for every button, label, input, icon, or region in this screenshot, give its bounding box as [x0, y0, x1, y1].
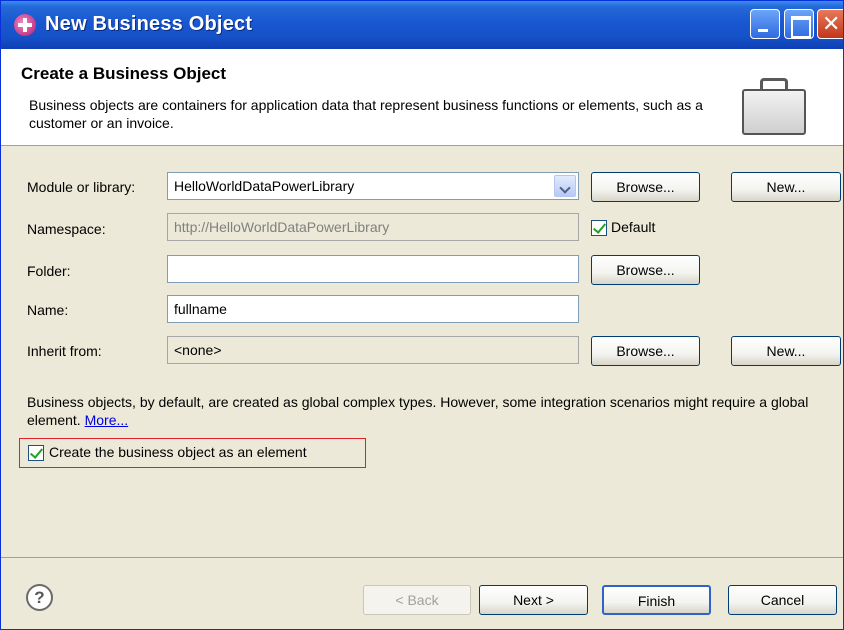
- next-button[interactable]: Next >: [479, 585, 588, 615]
- module-new-button[interactable]: New...: [731, 172, 841, 202]
- module-value: HelloWorldDataPowerLibrary: [174, 178, 355, 194]
- app-icon: [14, 14, 36, 36]
- inherit-field: <none>: [167, 336, 579, 364]
- briefcase-icon: [742, 78, 806, 136]
- form-area: Module or library: HelloWorldDataPowerLi…: [1, 147, 843, 557]
- inherit-browse-button[interactable]: Browse...: [591, 336, 700, 366]
- maximize-button[interactable]: [784, 9, 814, 39]
- create-as-element-checkbox[interactable]: [28, 445, 44, 461]
- page-title: Create a Business Object: [21, 64, 227, 83]
- name-value: fullname: [174, 301, 227, 317]
- help-icon[interactable]: ?: [26, 584, 53, 611]
- title-bar[interactable]: New Business Object ✕: [1, 1, 843, 49]
- name-label: Name:: [27, 302, 69, 318]
- element-note-text: Business objects, by default, are create…: [27, 394, 809, 428]
- module-label: Module or library:: [27, 179, 136, 195]
- create-as-element-label: Create the business object as an element: [49, 444, 307, 460]
- folder-field[interactable]: [167, 255, 579, 283]
- chevron-down-icon[interactable]: [554, 175, 576, 197]
- close-icon: ✕: [822, 11, 841, 36]
- page-description: Business objects are containers for appl…: [29, 97, 703, 131]
- more-link[interactable]: More...: [85, 412, 129, 428]
- minimize-button[interactable]: [750, 9, 780, 39]
- inherit-label: Inherit from:: [27, 343, 102, 359]
- wizard-footer: ? < Back Next > Finish Cancel: [1, 557, 843, 629]
- namespace-field: http://HelloWorldDataPowerLibrary: [167, 213, 579, 241]
- inherit-new-button[interactable]: New...: [731, 336, 841, 366]
- wizard-banner: Create a Business Object Business object…: [1, 49, 843, 146]
- default-checkbox[interactable]: [591, 220, 607, 236]
- default-checkbox-label: Default: [611, 219, 656, 235]
- cancel-button[interactable]: Cancel: [728, 585, 837, 615]
- new-business-object-dialog: New Business Object ✕ Create a Business …: [0, 0, 844, 630]
- element-note: Business objects, by default, are create…: [27, 393, 842, 429]
- name-field[interactable]: fullname: [167, 295, 579, 323]
- namespace-value: http://HelloWorldDataPowerLibrary: [174, 219, 390, 235]
- finish-button[interactable]: Finish: [602, 585, 711, 615]
- window-title: New Business Object: [45, 13, 253, 35]
- module-browse-button[interactable]: Browse...: [591, 172, 700, 202]
- folder-label: Folder:: [27, 263, 71, 279]
- folder-browse-button[interactable]: Browse...: [591, 255, 700, 285]
- inherit-value: <none>: [174, 342, 222, 358]
- close-button[interactable]: ✕: [817, 9, 843, 39]
- back-button[interactable]: < Back: [363, 585, 471, 615]
- module-combo[interactable]: HelloWorldDataPowerLibrary: [167, 172, 579, 200]
- namespace-label: Namespace:: [27, 221, 106, 237]
